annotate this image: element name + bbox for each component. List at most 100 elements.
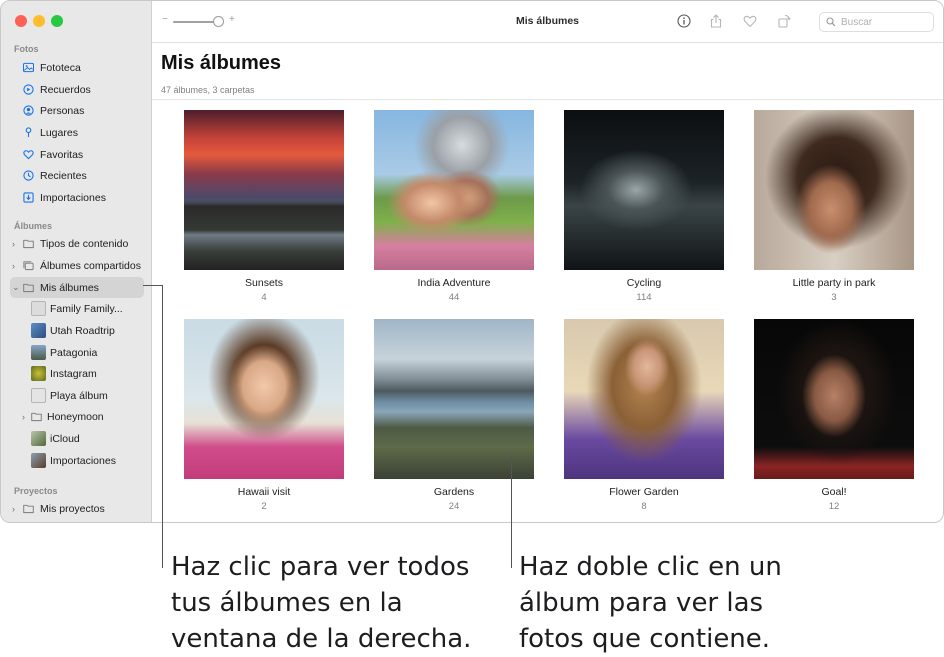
chevron-right-icon[interactable]: › [12, 261, 15, 271]
section-albumes: Álbumes [14, 221, 53, 231]
sidebar-item-label: Importaciones [50, 454, 116, 467]
toolbar: − + Mis álbumes Buscar [152, 1, 943, 43]
sidebar-item-label: Importaciones [40, 191, 106, 204]
callout-leader-left-horizontal [143, 285, 163, 286]
section-proyectos: Proyectos [14, 486, 58, 496]
callout-line-text: fotos que contiene. [519, 624, 771, 654]
album-thumbnail[interactable] [564, 319, 724, 479]
sidebar-item-fototeca[interactable]: Fototeca [10, 57, 144, 78]
sidebar: Fotos Fototeca Recuerdos Personas Lugare… [1, 1, 152, 522]
sidebar-item-tipos-de-contenido[interactable]: › Tipos de contenido [10, 233, 144, 254]
sidebar-item-utah-roadtrip[interactable]: Utah Roadtrip [10, 320, 144, 341]
album-count: 2 [261, 501, 267, 512]
album-tile-little-party-in-park[interactable]: Little party in park 3 [754, 110, 914, 303]
search-placeholder: Buscar [841, 16, 873, 28]
sidebar-item-label: Utah Roadtrip [50, 324, 115, 337]
photo-library-icon [23, 62, 34, 73]
callout-line-text: álbum para ver las [519, 588, 764, 618]
search-field[interactable]: Buscar [819, 12, 934, 32]
sidebar-item-mis-albumes[interactable]: ⌄ Mis álbumes [10, 277, 144, 298]
album-tile-india-adventure[interactable]: India Adventure 44 [374, 110, 534, 303]
sidebar-item-instagram[interactable]: Instagram [10, 363, 144, 384]
sidebar-item-importaciones-album[interactable]: Importaciones [10, 450, 144, 471]
sidebar-item-label: Favoritas [40, 148, 84, 161]
sidebar-item-label: Mis proyectos [40, 502, 105, 515]
sidebar-item-recuerdos[interactable]: Recuerdos [10, 79, 144, 100]
sidebar-item-lugares[interactable]: Lugares [10, 122, 144, 143]
album-thumbnail[interactable] [564, 110, 724, 270]
album-tile-sunsets[interactable]: Sunsets 4 [184, 110, 344, 303]
sidebar-item-recientes[interactable]: Recientes [10, 165, 144, 186]
chevron-down-icon[interactable]: ⌄ [12, 282, 20, 293]
section-fotos: Fotos [14, 44, 39, 54]
sidebar-item-importaciones[interactable]: Importaciones [10, 187, 144, 208]
sidebar-item-personas[interactable]: Personas [10, 100, 144, 121]
sidebar-item-label: Personas [40, 104, 85, 117]
album-stack-icon [31, 388, 46, 403]
album-name: Cycling [626, 277, 662, 289]
album-thumbnail[interactable] [374, 110, 534, 270]
sidebar-item-playa-album[interactable]: Playa álbum [10, 385, 144, 406]
album-thumbnail [31, 453, 46, 468]
sidebar-item-honeymoon[interactable]: › Honeymoon [10, 406, 144, 427]
album-thumbnail[interactable] [754, 110, 914, 270]
sidebar-item-label: Lugares [40, 126, 78, 139]
sidebar-item-label: Family Family... [50, 302, 123, 315]
zoom-window-button[interactable] [51, 15, 63, 27]
chevron-right-icon[interactable]: › [22, 412, 25, 422]
callout-line-text: Haz doble clic en un [519, 552, 782, 582]
callout-text-right: Haz doble clic en un álbum para ver las … [519, 549, 782, 657]
callout-line-text: Haz clic para ver todos [171, 552, 470, 582]
sidebar-item-icloud[interactable]: iCloud [10, 428, 144, 449]
sidebar-item-mis-proyectos[interactable]: › Mis proyectos [10, 498, 144, 519]
album-thumbnail[interactable] [374, 319, 534, 479]
album-thumbnail[interactable] [184, 110, 344, 270]
album-tile-hawaii-visit[interactable]: Hawaii visit 2 [184, 319, 344, 512]
album-tile-goal[interactable]: Goal! 12 [754, 319, 914, 512]
sidebar-item-patagonia[interactable]: Patagonia [10, 342, 144, 363]
callout-leader-left-vertical [162, 285, 163, 568]
album-tile-gardens[interactable]: Gardens 24 [374, 319, 534, 512]
album-count: 44 [448, 292, 460, 303]
chevron-right-icon[interactable]: › [12, 504, 15, 514]
sidebar-item-label: Recuerdos [40, 83, 91, 96]
sidebar-item-favoritas[interactable]: Favoritas [10, 144, 144, 165]
sidebar-item-label: Álbumes compartidos [40, 259, 141, 272]
callout-leader-right-vertical [511, 456, 512, 568]
shared-albums-icon [23, 260, 34, 271]
header-divider [152, 99, 943, 100]
album-thumbnail [31, 431, 46, 446]
sidebar-item-label: Recientes [40, 169, 87, 182]
folder-icon [31, 411, 42, 422]
sidebar-item-albumes-compartidos[interactable]: › Álbumes compartidos [10, 255, 144, 276]
share-icon[interactable] [708, 13, 724, 29]
search-icon [826, 17, 836, 27]
places-icon [23, 127, 34, 138]
favorite-heart-icon[interactable] [742, 13, 758, 29]
photos-window: Fotos Fototeca Recuerdos Personas Lugare… [0, 0, 944, 523]
sidebar-item-label: Mis álbumes [40, 281, 99, 294]
sidebar-item-label: Patagonia [50, 346, 98, 359]
album-name: India Adventure [417, 277, 491, 289]
album-tile-flower-garden[interactable]: Flower Garden 8 [564, 319, 724, 512]
folder-icon [23, 282, 34, 293]
clock-icon [23, 170, 34, 181]
rotate-icon[interactable] [776, 13, 792, 29]
folder-icon [23, 238, 34, 249]
album-stack-icon [31, 301, 46, 316]
close-window-button[interactable] [15, 15, 27, 27]
album-name: Hawaii visit [237, 486, 291, 498]
album-tile-cycling[interactable]: Cycling 114 [564, 110, 724, 303]
info-icon[interactable] [676, 13, 692, 29]
album-thumbnail [31, 323, 46, 338]
album-thumbnail [31, 366, 46, 381]
people-icon [23, 105, 34, 116]
chevron-right-icon[interactable]: › [12, 239, 15, 249]
album-thumbnail[interactable] [754, 319, 914, 479]
album-name: Sunsets [245, 277, 283, 289]
album-thumbnail[interactable] [184, 319, 344, 479]
sidebar-item-family-family[interactable]: Family Family... [10, 298, 144, 319]
album-count-subtitle: 47 álbumes, 3 carpetas [161, 85, 255, 95]
minimize-window-button[interactable] [33, 15, 45, 27]
callout-text-left: Haz clic para ver todos tus álbumes en l… [171, 549, 471, 657]
